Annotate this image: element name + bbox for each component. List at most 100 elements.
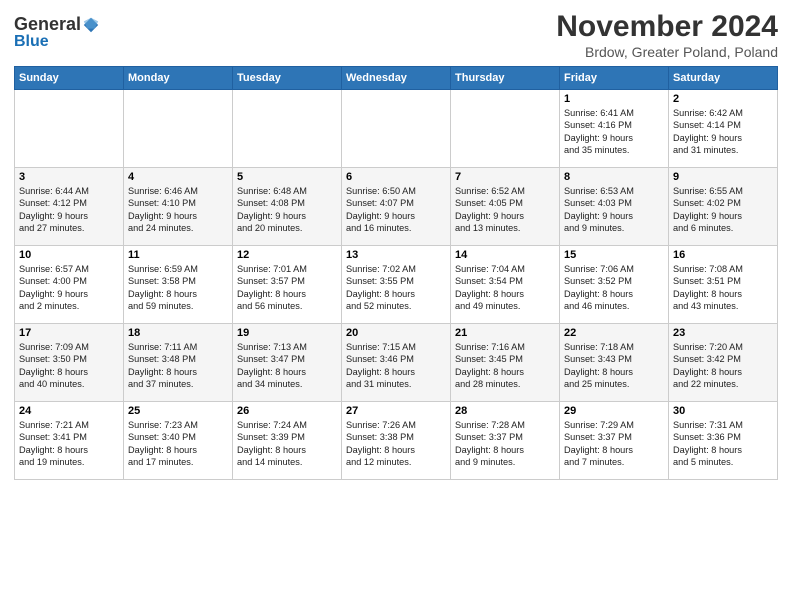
calendar-cell: 5 Sunrise: 6:48 AM Sunset: 4:08 PM Daylig…	[233, 168, 342, 246]
calendar-table: Sunday Monday Tuesday Wednesday Thursday…	[14, 66, 778, 480]
calendar-cell: 27 Sunrise: 7:26 AM Sunset: 3:38 PM Dayli…	[342, 402, 451, 480]
day-number: 6	[346, 171, 446, 183]
calendar-cell	[451, 90, 560, 168]
calendar-cell: 25Sunrise: 7:23 AM Sunset: 3:40 PM Dayli…	[124, 402, 233, 480]
header-thursday: Thursday	[451, 67, 560, 90]
day-number: 22	[564, 327, 664, 339]
day-number: 5	[237, 171, 337, 183]
day-info: Sunrise: 7:04 AM Sunset: 3:54 PM Dayligh…	[455, 263, 555, 313]
header-sunday: Sunday	[15, 67, 124, 90]
day-info: Sunrise: 7:02 AM Sunset: 3:55 PM Dayligh…	[346, 263, 446, 313]
calendar-cell: 15Sunrise: 7:06 AM Sunset: 3:52 PM Dayli…	[560, 246, 669, 324]
header-saturday: Saturday	[669, 67, 778, 90]
day-number: 20	[346, 327, 446, 339]
day-info: Sunrise: 7:18 AM Sunset: 3:43 PM Dayligh…	[564, 341, 664, 391]
day-info: Sunrise: 7:16 AM Sunset: 3:45 PM Dayligh…	[455, 341, 555, 391]
calendar-week-1: 3Sunrise: 6:44 AM Sunset: 4:12 PM Daylig…	[15, 168, 778, 246]
day-number: 8	[564, 171, 664, 183]
day-number: 24	[19, 405, 119, 417]
day-number: 4	[128, 171, 228, 183]
calendar-cell	[124, 90, 233, 168]
day-info: Sunrise: 7:24 AM Sunset: 3:39 PM Dayligh…	[237, 419, 337, 469]
day-number: 28	[455, 405, 555, 417]
month-title: November 2024	[556, 10, 778, 44]
location: Brdow, Greater Poland, Poland	[556, 44, 778, 60]
calendar-cell: 2Sunrise: 6:42 AM Sunset: 4:14 PM Daylig…	[669, 90, 778, 168]
day-number: 13	[346, 249, 446, 261]
calendar-cell: 23 Sunrise: 7:20 AM Sunset: 3:42 PM Dayli…	[669, 324, 778, 402]
day-info: Sunrise: 7:26 AM Sunset: 3:38 PM Dayligh…	[346, 419, 446, 469]
day-number: 11	[128, 249, 228, 261]
calendar-cell	[15, 90, 124, 168]
day-number: 7	[455, 171, 555, 183]
day-info: Sunrise: 6:48 AM Sunset: 4:08 PM Dayligh…	[237, 185, 337, 235]
day-number: 12	[237, 249, 337, 261]
day-info: Sunrise: 7:13 AM Sunset: 3:47 PM Dayligh…	[237, 341, 337, 391]
day-info: Sunrise: 6:55 AM Sunset: 4:02 PM Dayligh…	[673, 185, 773, 235]
calendar-cell: 3Sunrise: 6:44 AM Sunset: 4:12 PM Daylig…	[15, 168, 124, 246]
day-info: Sunrise: 7:31 AM Sunset: 3:36 PM Dayligh…	[673, 419, 773, 469]
day-info: Sunrise: 6:53 AM Sunset: 4:03 PM Dayligh…	[564, 185, 664, 235]
day-number: 17	[19, 327, 119, 339]
header-area: General Blue November 2024 Brdow, Greate…	[14, 10, 778, 60]
day-info: Sunrise: 6:57 AM Sunset: 4:00 PM Dayligh…	[19, 263, 119, 313]
day-number: 21	[455, 327, 555, 339]
calendar-cell: 30 Sunrise: 7:31 AM Sunset: 3:36 PM Dayli…	[669, 402, 778, 480]
calendar-cell: 17 Sunrise: 7:09 AM Sunset: 3:50 PM Dayli…	[15, 324, 124, 402]
day-number: 1	[564, 93, 664, 105]
day-number: 18	[128, 327, 228, 339]
page: General Blue November 2024 Brdow, Greate…	[0, 0, 792, 612]
day-info: Sunrise: 7:01 AM Sunset: 3:57 PM Dayligh…	[237, 263, 337, 313]
calendar-cell: 10 Sunrise: 6:57 AM Sunset: 4:00 PM Dayli…	[15, 246, 124, 324]
day-info: Sunrise: 7:15 AM Sunset: 3:46 PM Dayligh…	[346, 341, 446, 391]
day-number: 27	[346, 405, 446, 417]
calendar-cell: 20 Sunrise: 7:15 AM Sunset: 3:46 PM Dayli…	[342, 324, 451, 402]
day-info: Sunrise: 6:59 AM Sunset: 3:58 PM Dayligh…	[128, 263, 228, 313]
day-info: Sunrise: 7:21 AM Sunset: 3:41 PM Dayligh…	[19, 419, 119, 469]
logo: General Blue	[14, 14, 100, 51]
day-info: Sunrise: 7:09 AM Sunset: 3:50 PM Dayligh…	[19, 341, 119, 391]
calendar-cell: 14Sunrise: 7:04 AM Sunset: 3:54 PM Dayli…	[451, 246, 560, 324]
calendar-cell: 13 Sunrise: 7:02 AM Sunset: 3:55 PM Dayli…	[342, 246, 451, 324]
header-wednesday: Wednesday	[342, 67, 451, 90]
day-number: 25	[128, 405, 228, 417]
day-info: Sunrise: 6:44 AM Sunset: 4:12 PM Dayligh…	[19, 185, 119, 235]
day-number: 16	[673, 249, 773, 261]
calendar-cell: 24 Sunrise: 7:21 AM Sunset: 3:41 PM Dayli…	[15, 402, 124, 480]
calendar-cell: 18 Sunrise: 7:11 AM Sunset: 3:48 PM Dayli…	[124, 324, 233, 402]
calendar-cell: 6 Sunrise: 6:50 AM Sunset: 4:07 PM Daylig…	[342, 168, 451, 246]
day-info: Sunrise: 7:11 AM Sunset: 3:48 PM Dayligh…	[128, 341, 228, 391]
title-area: November 2024 Brdow, Greater Poland, Pol…	[556, 10, 778, 60]
calendar-cell: 21 Sunrise: 7:16 AM Sunset: 3:45 PM Dayli…	[451, 324, 560, 402]
logo-general-text: General	[14, 14, 81, 35]
calendar-week-4: 24 Sunrise: 7:21 AM Sunset: 3:41 PM Dayli…	[15, 402, 778, 480]
calendar-week-2: 10 Sunrise: 6:57 AM Sunset: 4:00 PM Dayli…	[15, 246, 778, 324]
logo-icon	[82, 16, 100, 34]
header-tuesday: Tuesday	[233, 67, 342, 90]
calendar-cell: 9Sunrise: 6:55 AM Sunset: 4:02 PM Daylig…	[669, 168, 778, 246]
calendar-week-0: 1 Sunrise: 6:41 AM Sunset: 4:16 PM Daylig…	[15, 90, 778, 168]
day-number: 26	[237, 405, 337, 417]
calendar-cell: 28Sunrise: 7:28 AM Sunset: 3:37 PM Dayli…	[451, 402, 560, 480]
day-info: Sunrise: 7:29 AM Sunset: 3:37 PM Dayligh…	[564, 419, 664, 469]
day-number: 23	[673, 327, 773, 339]
calendar-cell: 1 Sunrise: 6:41 AM Sunset: 4:16 PM Daylig…	[560, 90, 669, 168]
calendar-cell: 22 Sunrise: 7:18 AM Sunset: 3:43 PM Dayli…	[560, 324, 669, 402]
day-number: 15	[564, 249, 664, 261]
day-info: Sunrise: 6:52 AM Sunset: 4:05 PM Dayligh…	[455, 185, 555, 235]
day-info: Sunrise: 6:41 AM Sunset: 4:16 PM Dayligh…	[564, 107, 664, 157]
day-number: 29	[564, 405, 664, 417]
calendar-cell	[342, 90, 451, 168]
calendar-cell: 4Sunrise: 6:46 AM Sunset: 4:10 PM Daylig…	[124, 168, 233, 246]
day-number: 30	[673, 405, 773, 417]
day-number: 2	[673, 93, 773, 105]
calendar-week-3: 17 Sunrise: 7:09 AM Sunset: 3:50 PM Dayli…	[15, 324, 778, 402]
logo-blue-text: Blue	[14, 33, 49, 50]
calendar-cell: 7 Sunrise: 6:52 AM Sunset: 4:05 PM Daylig…	[451, 168, 560, 246]
calendar-cell: 8 Sunrise: 6:53 AM Sunset: 4:03 PM Daylig…	[560, 168, 669, 246]
day-info: Sunrise: 6:50 AM Sunset: 4:07 PM Dayligh…	[346, 185, 446, 235]
calendar-cell	[233, 90, 342, 168]
day-info: Sunrise: 7:20 AM Sunset: 3:42 PM Dayligh…	[673, 341, 773, 391]
calendar-cell: 12 Sunrise: 7:01 AM Sunset: 3:57 PM Dayli…	[233, 246, 342, 324]
day-number: 10	[19, 249, 119, 261]
